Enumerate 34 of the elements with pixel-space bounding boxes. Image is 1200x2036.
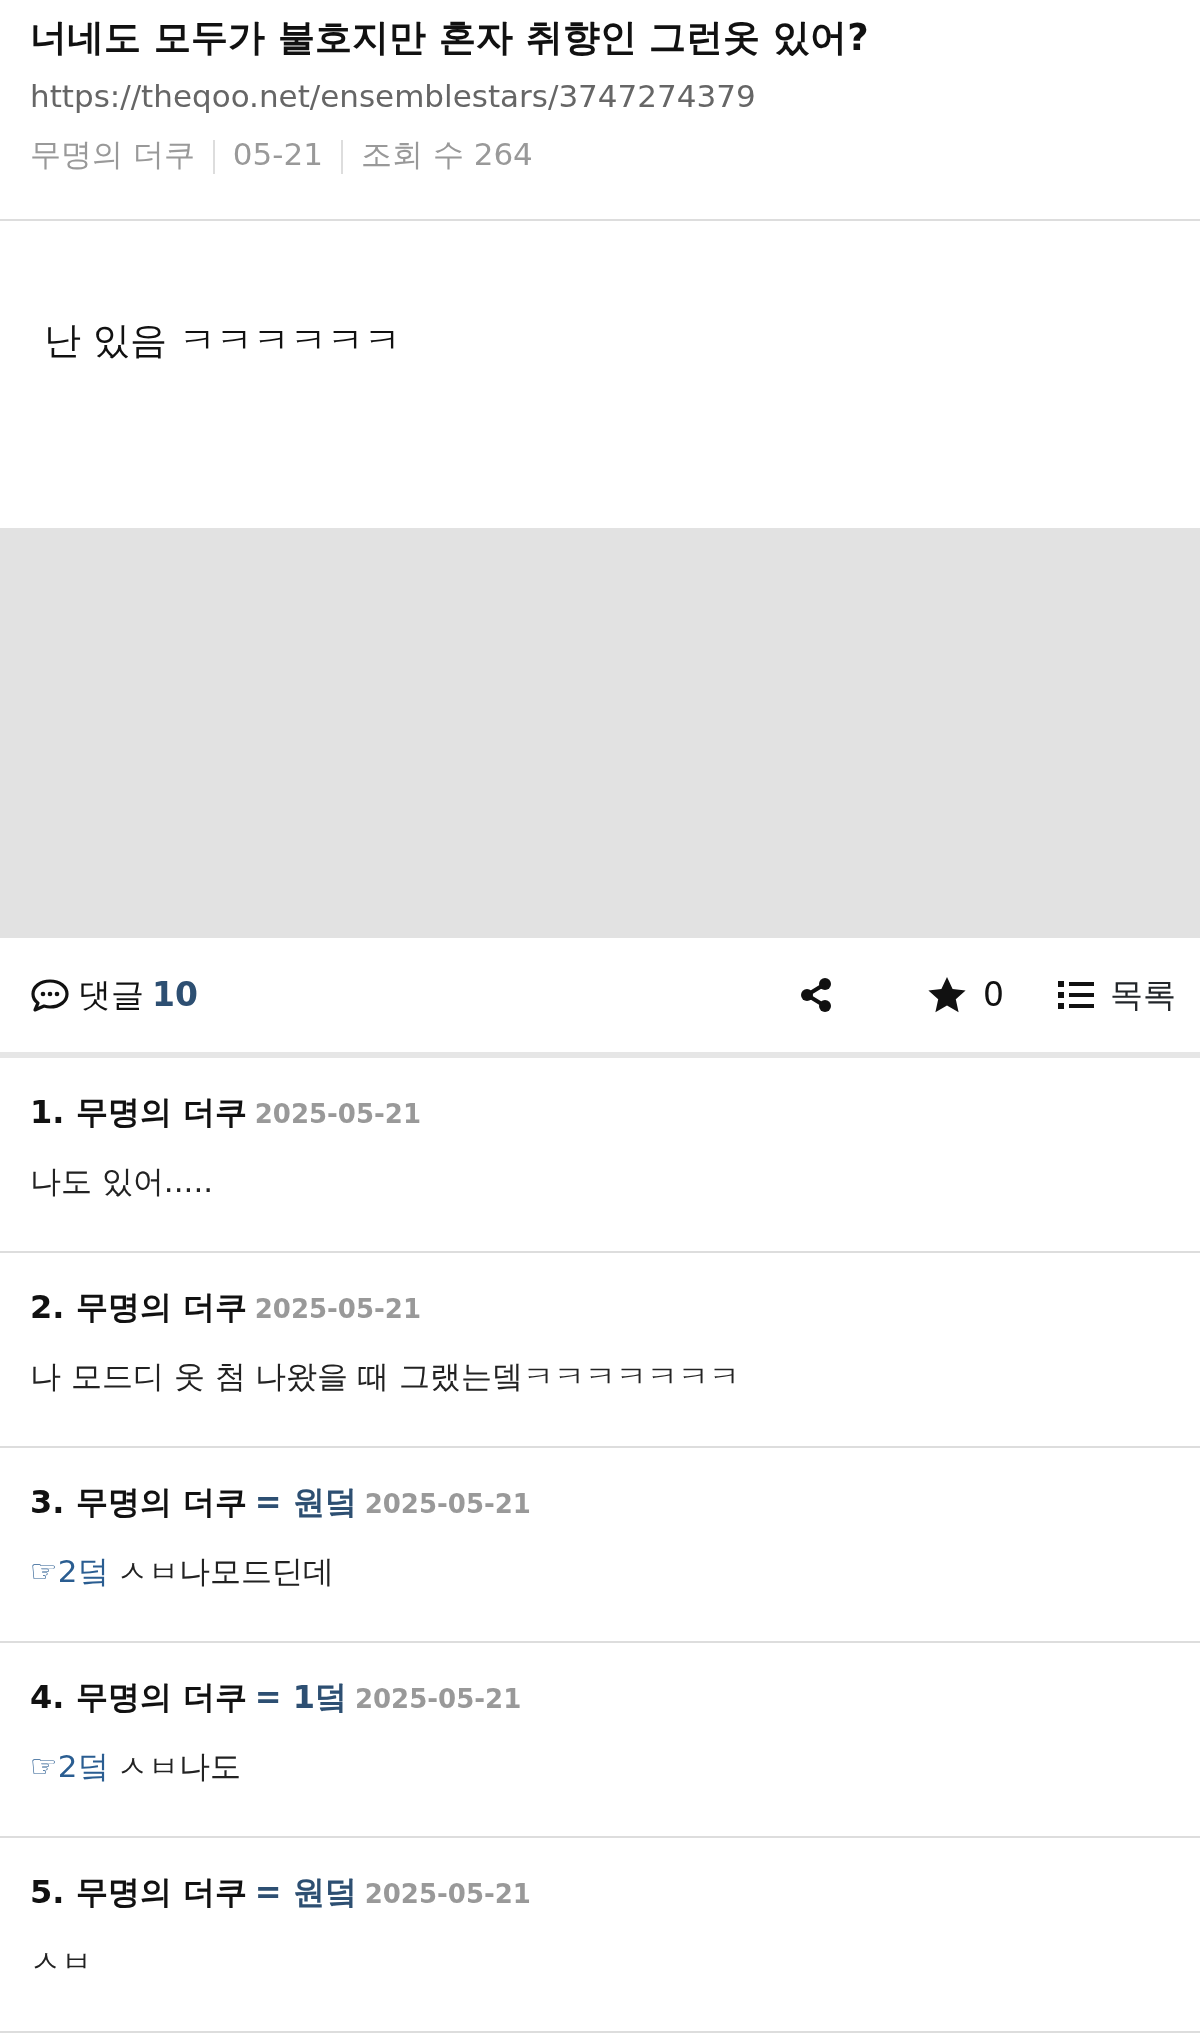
post-title: 너네도 모두가 불호지만 혼자 취향인 그런옷 있어?: [30, 15, 870, 61]
view-count: 조회 수 264: [360, 136, 533, 172]
comment-date: 2025-05-21: [354, 1683, 522, 1716]
share-button[interactable]: [799, 977, 833, 1013]
comment-author: 5. 무명의 더쿠: [30, 1872, 247, 1913]
comment-text: ㅅㅂ나도: [116, 1747, 241, 1786]
comment-date: 2025-05-21: [254, 1098, 421, 1131]
author-name: 무명의 더쿠: [30, 136, 195, 172]
post-url[interactable]: https://theqoo.net/ensemblestars/3747274379: [30, 74, 1170, 118]
author-tag: = 원덬: [254, 1478, 357, 1526]
comment-author: 2. 무명의 더쿠: [30, 1287, 247, 1328]
comment-date: 2025-05-21: [364, 1488, 531, 1521]
comment-date: 2025-05-21: [254, 1293, 421, 1326]
author-tag: = 1덬: [254, 1673, 347, 1721]
comments-label: 댓글: [78, 974, 144, 1017]
list-icon: [1058, 980, 1094, 1010]
comment-text: ㅅㅂ나모드딘데: [116, 1552, 334, 1591]
reply-link[interactable]: ☞2덬: [30, 1548, 109, 1595]
comment-author: 3. 무명의 더쿠: [30, 1482, 247, 1523]
author-tag: = 원덬: [254, 1868, 357, 1916]
comment-text: ㅅㅂ: [30, 1942, 92, 1981]
post-body-text: 난 있음 ㅋㅋㅋㅋㅋㅋ: [44, 319, 401, 362]
star-count: 0: [983, 974, 1004, 1017]
comment-icon: [30, 977, 70, 1013]
comment-text: 나 모드디 옷 첨 나왔을 때 그랬는뎈ㅋㅋㅋㅋㅋㅋㅋ: [30, 1357, 741, 1396]
comment-date: 2025-05-21: [364, 1878, 531, 1911]
comment-author: 1. 무명의 더쿠: [30, 1092, 247, 1133]
reply-link[interactable]: ☞2덬: [30, 1743, 109, 1790]
comment-author: 4. 무명의 더쿠: [30, 1677, 247, 1718]
comment-text: 나도 있어.....: [30, 1162, 214, 1201]
comment-count: 10: [152, 974, 198, 1017]
star-icon[interactable]: [927, 976, 967, 1014]
list-button[interactable]: 목록: [1058, 970, 1176, 1020]
post-date: 05-21: [232, 136, 323, 172]
